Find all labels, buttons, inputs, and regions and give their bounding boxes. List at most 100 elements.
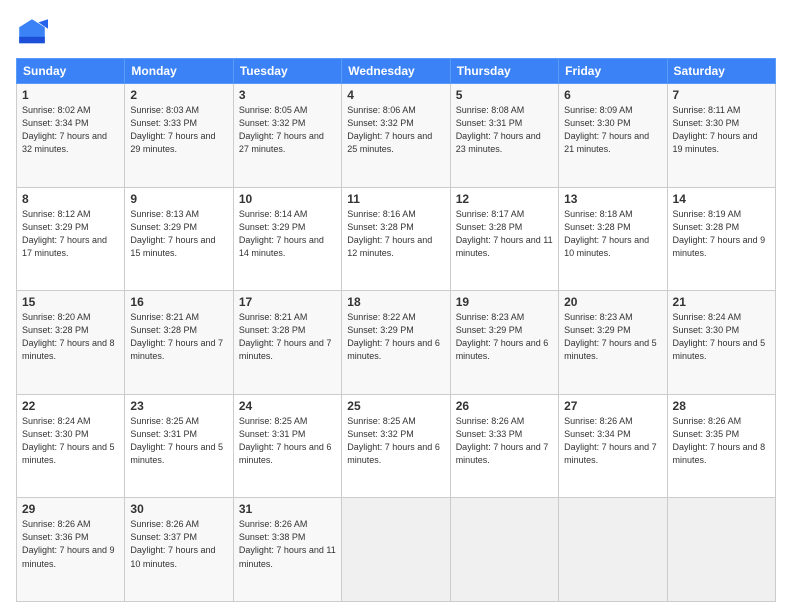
day-number: 24	[239, 399, 336, 413]
day-info: Sunrise: 8:26 AMSunset: 3:35 PMDaylight:…	[673, 415, 770, 467]
calendar-day-28: 28 Sunrise: 8:26 AMSunset: 3:35 PMDayligh…	[667, 394, 775, 498]
day-info: Sunrise: 8:02 AMSunset: 3:34 PMDaylight:…	[22, 104, 119, 156]
day-info: Sunrise: 8:26 AMSunset: 3:34 PMDaylight:…	[564, 415, 661, 467]
day-number: 9	[130, 192, 227, 206]
day-number: 6	[564, 88, 661, 102]
day-number: 11	[347, 192, 444, 206]
day-info: Sunrise: 8:25 AMSunset: 3:32 PMDaylight:…	[347, 415, 444, 467]
calendar-week-2: 8 Sunrise: 8:12 AMSunset: 3:29 PMDaylight…	[17, 187, 776, 291]
day-number: 28	[673, 399, 770, 413]
day-header-tuesday: Tuesday	[233, 59, 341, 84]
day-number: 31	[239, 502, 336, 516]
calendar-day-empty	[559, 498, 667, 602]
calendar-header-row: SundayMondayTuesdayWednesdayThursdayFrid…	[17, 59, 776, 84]
calendar-day-empty	[667, 498, 775, 602]
day-info: Sunrise: 8:11 AMSunset: 3:30 PMDaylight:…	[673, 104, 770, 156]
day-number: 3	[239, 88, 336, 102]
day-number: 14	[673, 192, 770, 206]
day-number: 1	[22, 88, 119, 102]
day-header-thursday: Thursday	[450, 59, 558, 84]
day-header-saturday: Saturday	[667, 59, 775, 84]
day-number: 19	[456, 295, 553, 309]
page: SundayMondayTuesdayWednesdayThursdayFrid…	[0, 0, 792, 612]
day-info: Sunrise: 8:25 AMSunset: 3:31 PMDaylight:…	[130, 415, 227, 467]
day-number: 10	[239, 192, 336, 206]
day-number: 7	[673, 88, 770, 102]
day-info: Sunrise: 8:25 AMSunset: 3:31 PMDaylight:…	[239, 415, 336, 467]
day-number: 2	[130, 88, 227, 102]
calendar-day-14: 14Sunrise: 8:19 AMSunset: 3:28 PMDayligh…	[667, 187, 775, 291]
calendar-day-17: 17 Sunrise: 8:21 AMSunset: 3:28 PMDayligh…	[233, 291, 341, 395]
calendar-day-21: 21Sunrise: 8:24 AMSunset: 3:30 PMDayligh…	[667, 291, 775, 395]
calendar-day-10: 10 Sunrise: 8:14 AMSunset: 3:29 PMDayligh…	[233, 187, 341, 291]
day-number: 5	[456, 88, 553, 102]
day-info: Sunrise: 8:16 AMSunset: 3:28 PMDaylight:…	[347, 208, 444, 260]
day-info: Sunrise: 8:26 AMSunset: 3:36 PMDaylight:…	[22, 518, 119, 570]
calendar-day-12: 12 Sunrise: 8:17 AMSunset: 3:28 PMDayligh…	[450, 187, 558, 291]
calendar-day-6: 6Sunrise: 8:09 AMSunset: 3:30 PMDaylight…	[559, 84, 667, 188]
day-info: Sunrise: 8:22 AMSunset: 3:29 PMDaylight:…	[347, 311, 444, 363]
calendar-day-11: 11 Sunrise: 8:16 AMSunset: 3:28 PMDayligh…	[342, 187, 450, 291]
day-info: Sunrise: 8:21 AMSunset: 3:28 PMDaylight:…	[239, 311, 336, 363]
day-info: Sunrise: 8:03 AMSunset: 3:33 PMDaylight:…	[130, 104, 227, 156]
calendar-day-empty	[342, 498, 450, 602]
calendar-day-8: 8 Sunrise: 8:12 AMSunset: 3:29 PMDaylight…	[17, 187, 125, 291]
day-info: Sunrise: 8:20 AMSunset: 3:28 PMDaylight:…	[22, 311, 119, 363]
day-number: 22	[22, 399, 119, 413]
day-info: Sunrise: 8:23 AMSunset: 3:29 PMDaylight:…	[456, 311, 553, 363]
day-info: Sunrise: 8:13 AMSunset: 3:29 PMDaylight:…	[130, 208, 227, 260]
day-number: 17	[239, 295, 336, 309]
day-number: 23	[130, 399, 227, 413]
calendar-day-27: 27 Sunrise: 8:26 AMSunset: 3:34 PMDayligh…	[559, 394, 667, 498]
calendar-week-3: 15 Sunrise: 8:20 AMSunset: 3:28 PMDayligh…	[17, 291, 776, 395]
day-info: Sunrise: 8:23 AMSunset: 3:29 PMDaylight:…	[564, 311, 661, 363]
day-info: Sunrise: 8:14 AMSunset: 3:29 PMDaylight:…	[239, 208, 336, 260]
day-number: 4	[347, 88, 444, 102]
calendar-day-5: 5Sunrise: 8:08 AMSunset: 3:31 PMDaylight…	[450, 84, 558, 188]
day-info: Sunrise: 8:24 AMSunset: 3:30 PMDaylight:…	[22, 415, 119, 467]
calendar-day-empty	[450, 498, 558, 602]
day-number: 20	[564, 295, 661, 309]
calendar-day-25: 25 Sunrise: 8:25 AMSunset: 3:32 PMDayligh…	[342, 394, 450, 498]
day-number: 27	[564, 399, 661, 413]
calendar-week-1: 1 Sunrise: 8:02 AMSunset: 3:34 PMDaylight…	[17, 84, 776, 188]
calendar-day-29: 29 Sunrise: 8:26 AMSunset: 3:36 PMDayligh…	[17, 498, 125, 602]
day-info: Sunrise: 8:06 AMSunset: 3:32 PMDaylight:…	[347, 104, 444, 156]
calendar-day-7: 7 Sunrise: 8:11 AMSunset: 3:30 PMDaylight…	[667, 84, 775, 188]
day-info: Sunrise: 8:26 AMSunset: 3:33 PMDaylight:…	[456, 415, 553, 467]
calendar-day-19: 19 Sunrise: 8:23 AMSunset: 3:29 PMDayligh…	[450, 291, 558, 395]
day-number: 29	[22, 502, 119, 516]
calendar-day-15: 15 Sunrise: 8:20 AMSunset: 3:28 PMDayligh…	[17, 291, 125, 395]
day-header-monday: Monday	[125, 59, 233, 84]
calendar-day-23: 23 Sunrise: 8:25 AMSunset: 3:31 PMDayligh…	[125, 394, 233, 498]
day-number: 25	[347, 399, 444, 413]
day-number: 21	[673, 295, 770, 309]
day-number: 30	[130, 502, 227, 516]
day-info: Sunrise: 8:12 AMSunset: 3:29 PMDaylight:…	[22, 208, 119, 260]
day-number: 16	[130, 295, 227, 309]
day-number: 12	[456, 192, 553, 206]
calendar-day-13: 13 Sunrise: 8:18 AMSunset: 3:28 PMDayligh…	[559, 187, 667, 291]
day-number: 18	[347, 295, 444, 309]
day-number: 15	[22, 295, 119, 309]
day-info: Sunrise: 8:05 AMSunset: 3:32 PMDaylight:…	[239, 104, 336, 156]
header	[16, 16, 776, 48]
calendar-day-1: 1 Sunrise: 8:02 AMSunset: 3:34 PMDaylight…	[17, 84, 125, 188]
day-header-friday: Friday	[559, 59, 667, 84]
day-number: 8	[22, 192, 119, 206]
calendar-table: SundayMondayTuesdayWednesdayThursdayFrid…	[16, 58, 776, 602]
calendar-day-22: 22 Sunrise: 8:24 AMSunset: 3:30 PMDayligh…	[17, 394, 125, 498]
day-number: 13	[564, 192, 661, 206]
calendar-day-24: 24 Sunrise: 8:25 AMSunset: 3:31 PMDayligh…	[233, 394, 341, 498]
day-info: Sunrise: 8:26 AMSunset: 3:37 PMDaylight:…	[130, 518, 227, 570]
calendar-day-2: 2 Sunrise: 8:03 AMSunset: 3:33 PMDaylight…	[125, 84, 233, 188]
calendar-day-18: 18 Sunrise: 8:22 AMSunset: 3:29 PMDayligh…	[342, 291, 450, 395]
day-info: Sunrise: 8:17 AMSunset: 3:28 PMDaylight:…	[456, 208, 553, 260]
calendar-day-4: 4 Sunrise: 8:06 AMSunset: 3:32 PMDaylight…	[342, 84, 450, 188]
day-info: Sunrise: 8:18 AMSunset: 3:28 PMDaylight:…	[564, 208, 661, 260]
calendar-day-26: 26Sunrise: 8:26 AMSunset: 3:33 PMDayligh…	[450, 394, 558, 498]
calendar-week-5: 29 Sunrise: 8:26 AMSunset: 3:36 PMDayligh…	[17, 498, 776, 602]
day-header-wednesday: Wednesday	[342, 59, 450, 84]
calendar-week-4: 22 Sunrise: 8:24 AMSunset: 3:30 PMDayligh…	[17, 394, 776, 498]
calendar-day-16: 16Sunrise: 8:21 AMSunset: 3:28 PMDayligh…	[125, 291, 233, 395]
